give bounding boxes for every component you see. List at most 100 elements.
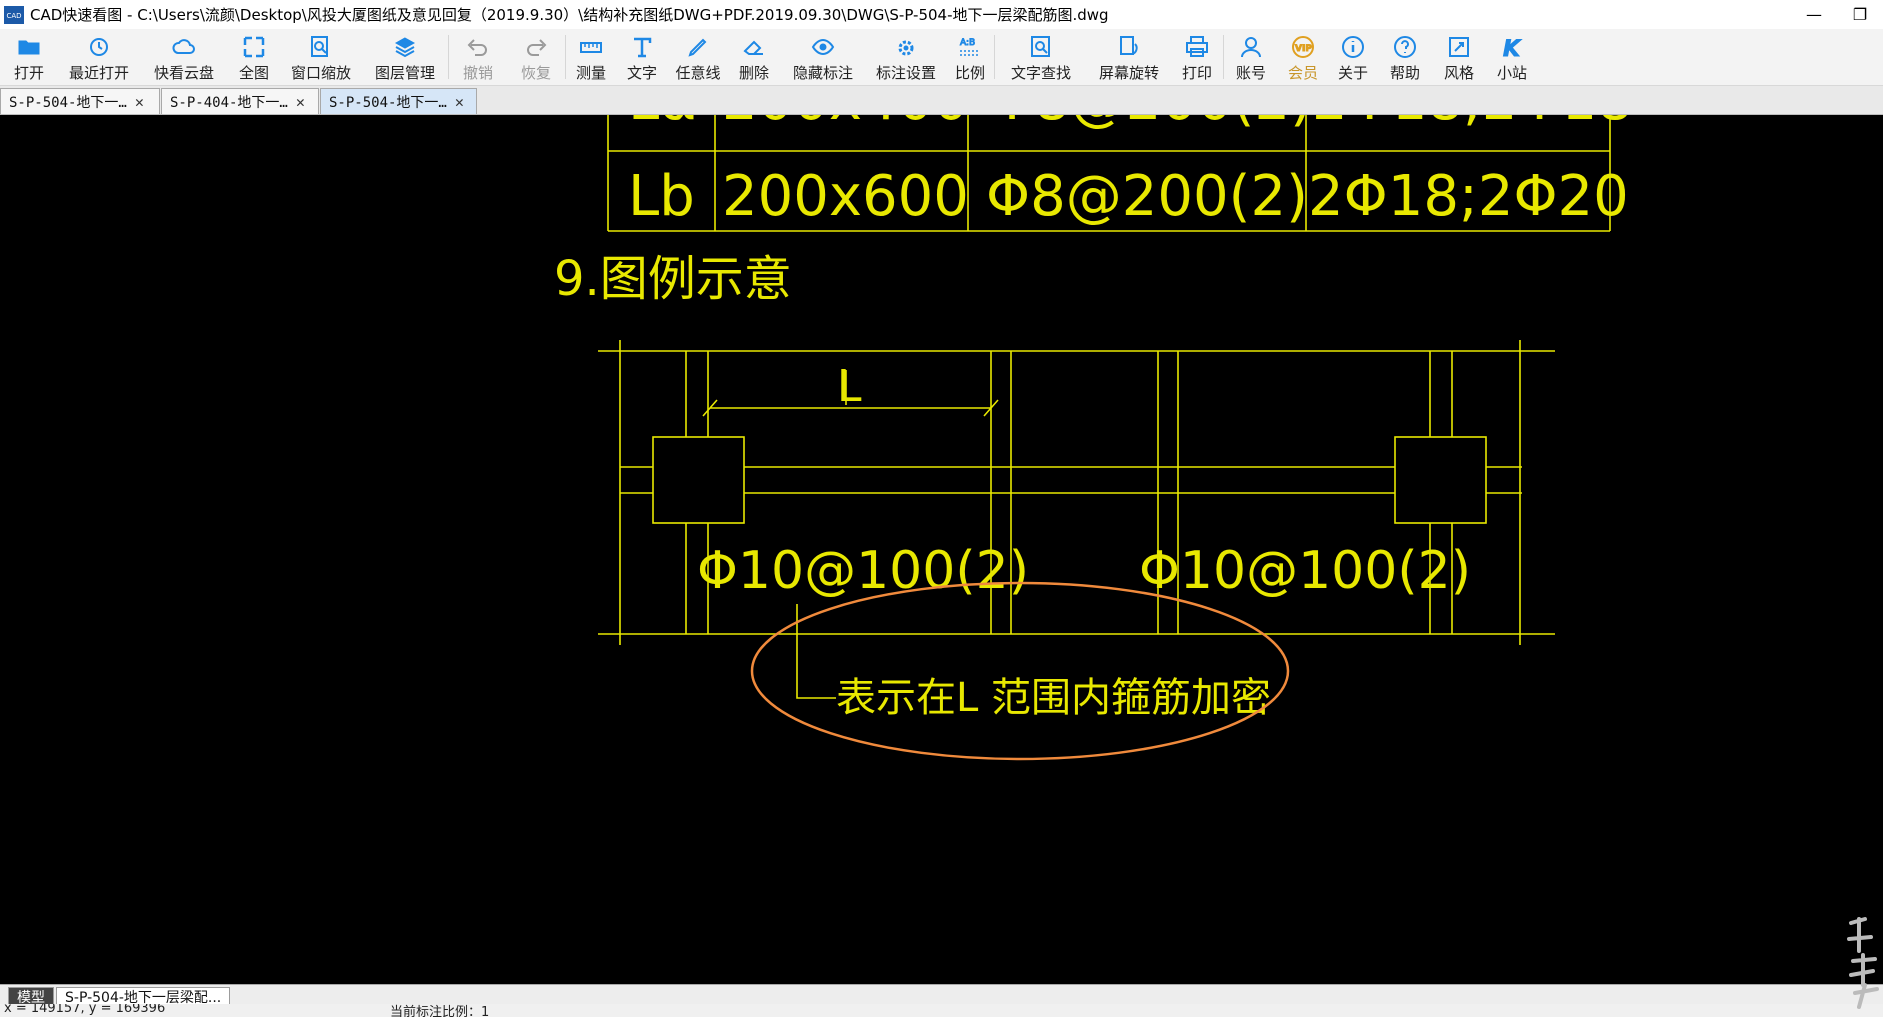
close-icon[interactable]: ✕ [296,93,305,111]
sheet-tab[interactable]: S-P-504-地下一层梁配... [56,987,231,1006]
help-label: 帮助 [1389,64,1420,82]
layers-label: 图层管理 [374,64,435,82]
table-cell: 2Φ18;2Φ20 [1308,164,1629,229]
layers-button[interactable]: 图层管理 [362,29,448,85]
rotate-label: 屏幕旋转 [1098,64,1159,82]
hidemark-button[interactable]: 隐藏标注 [780,29,866,85]
restore-button[interactable]: ❐ [1837,0,1883,29]
delete-label: 删除 [738,64,769,82]
status-bar: x = 149157, y = 169396 当前标注比例：1 [0,1004,1883,1017]
cloud-label: 快看云盘 [153,64,214,82]
text-label: 文字 [626,64,657,82]
redo-label: 恢复 [520,64,551,82]
rotate-button[interactable]: 屏幕旋转 [1087,29,1171,85]
document-tab-2[interactable]: S-P-404-地下一… ✕ [161,88,319,114]
style-button[interactable]: 风格 [1432,29,1486,85]
svg-text:VIP: VIP [1295,44,1312,54]
vip-icon: VIP [1290,34,1316,60]
scale-label: 比例 [954,64,985,82]
table-cell: 200x600 [722,164,969,229]
highlight-ellipse [750,581,1290,761]
about-label: 关于 [1337,64,1368,82]
hidemark-label: 隐藏标注 [792,64,853,82]
recent-button[interactable]: 最近打开 [58,29,140,85]
close-icon[interactable]: ✕ [135,93,144,111]
document-tab-bar: S-P-504-地下一… ✕ S-P-404-地下一… ✕ S-P-504-地下… [0,86,1883,115]
help-icon [1392,34,1418,60]
cloud-icon [171,34,197,60]
tab-label: S-P-404-地下一… [170,94,288,111]
coordinate-readout: x = 149157, y = 169396 [4,1004,166,1016]
svg-text:CAD: CAD [6,12,21,20]
measure-label: 测量 [575,64,606,82]
search-text-icon [1028,34,1054,60]
fullview-button[interactable]: 全图 [228,29,280,85]
annotation-text: 表示在L 范围内箍筋加密 [836,675,1271,721]
eraser-icon [741,34,767,60]
title-bar: CAD CAD快速看图 - C:\Users\流颜\Desktop\风投大厦图纸… [0,0,1883,29]
table-cell: Lα [628,115,696,133]
freeline-button[interactable]: 任意线 [668,29,728,85]
model-tab[interactable]: 模型 [8,987,54,1006]
user-icon [1238,34,1264,60]
undo-icon [465,34,491,60]
watermark-logo [1847,917,1879,1009]
undo-label: 撤销 [462,64,493,82]
info-icon [1340,34,1366,60]
drawing-svg: Lα 200x400 Φ8@200(2) 2Φ18;2Φ18 Lb 200x60… [554,115,1633,761]
table-cell: Φ8@200(2) [990,115,1312,133]
ruler-icon [578,34,604,60]
about-button[interactable]: 关于 [1328,29,1378,85]
findtext-button[interactable]: 文字查找 [995,29,1087,85]
open-button[interactable]: 打开 [0,29,58,85]
account-button[interactable]: 账号 [1224,29,1278,85]
eye-icon [810,34,836,60]
scale-readout: 当前标注比例：1 [390,1005,490,1017]
style-label: 风格 [1443,64,1474,82]
zoomwin-button[interactable]: 窗口缩放 [280,29,362,85]
table-cell: Φ8@200(2) [986,164,1308,229]
table-cell: 2Φ18;2Φ18 [1312,115,1633,133]
printer-icon [1184,34,1210,60]
open-label: 打开 [13,64,44,82]
stirrup-label-right: Φ10@100(2) [1139,541,1471,601]
window-title: CAD快速看图 - C:\Users\流颜\Desktop\风投大厦图纸及意见回… [30,6,1109,24]
scale-button[interactable]: A:B 比例 [946,29,994,85]
layout-tab-bar: 模型 S-P-504-地下一层梁配... [0,984,1883,1006]
gear-icon [893,34,919,60]
site-button[interactable]: K 小站 [1486,29,1538,85]
main-toolbar: 打开 最近打开 快看云盘 全图 窗口缩放 图层管理 撤销 恢复 测量 文字 任意线 删除 隐藏标注 标注设… [0,29,1883,86]
close-icon[interactable]: ✕ [455,93,464,111]
cloud-button[interactable]: 快看云盘 [140,29,228,85]
measure-button[interactable]: 测量 [566,29,616,85]
clock-icon [86,34,112,60]
minimize-button[interactable]: — [1791,0,1837,29]
document-tab-1[interactable]: S-P-504-地下一… ✕ [0,88,160,114]
marksetting-button[interactable]: 标注设置 [866,29,946,85]
app-logo-icon: CAD [4,5,24,24]
tab-label: S-P-504-地下一… [9,94,127,111]
zoom-window-icon [308,34,334,60]
site-label: 小站 [1496,64,1527,82]
pen-icon [685,34,711,60]
vip-button[interactable]: VIP 会员 [1278,29,1328,85]
style-icon [1446,34,1472,60]
print-button[interactable]: 打印 [1171,29,1223,85]
undo-button: 撤销 [449,29,507,85]
fullview-label: 全图 [238,64,269,82]
drawing-canvas[interactable]: Lα 200x400 Φ8@200(2) 2Φ18;2Φ18 Lb 200x60… [0,115,1883,984]
k-logo-icon: K [1499,34,1525,61]
delete-button[interactable]: 删除 [728,29,780,85]
layers-icon [392,34,418,60]
tab-label: S-P-504-地下一… [329,94,447,111]
rotate-screen-icon [1116,34,1142,60]
scale-icon: A:B [957,34,983,60]
svg-text:A:B: A:B [960,38,975,48]
findtext-label: 文字查找 [1010,64,1071,82]
table-cell: Lb [628,164,695,229]
document-tab-3-active[interactable]: S-P-504-地下一… ✕ [320,88,477,114]
text-button[interactable]: 文字 [616,29,668,85]
print-label: 打印 [1181,64,1212,82]
recent-label: 最近打开 [68,64,129,82]
help-button[interactable]: 帮助 [1378,29,1432,85]
